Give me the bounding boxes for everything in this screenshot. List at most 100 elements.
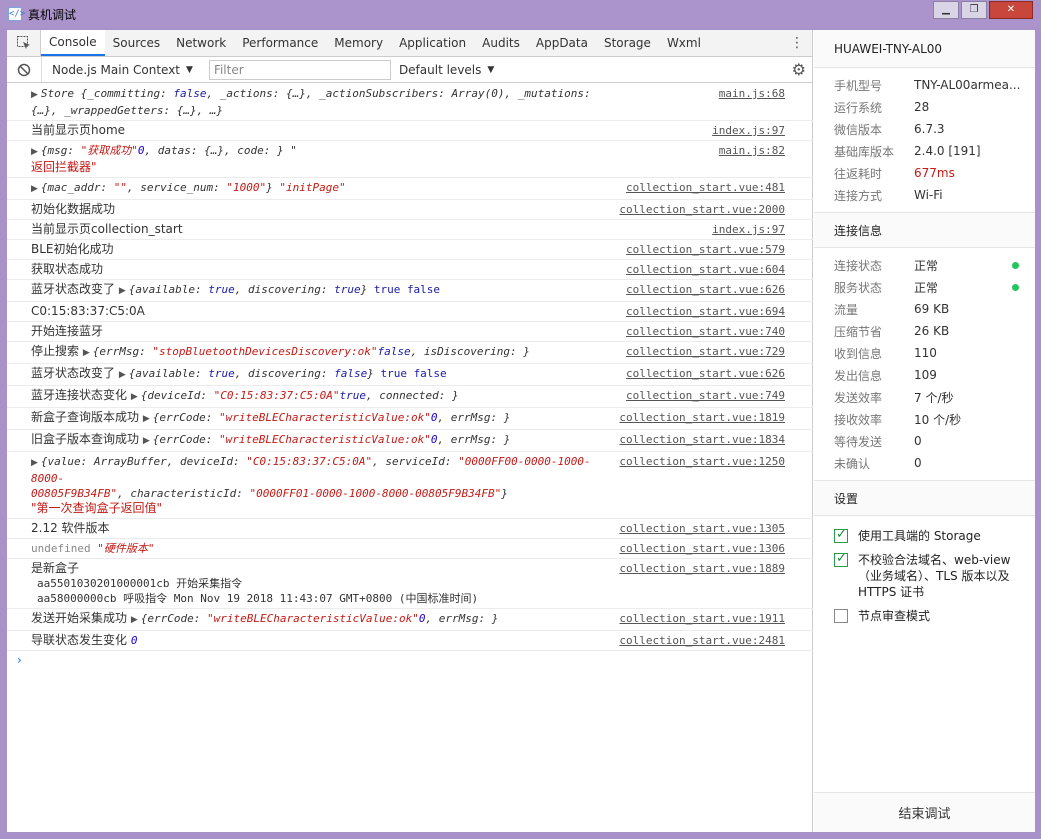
expand-triangle-icon[interactable]: ▶ [119,286,126,296]
window-controls: ▁ ❐ ✕ [933,1,1033,19]
filter-input[interactable] [208,59,391,80]
source-link[interactable]: collection_start.vue:1305 [619,521,785,536]
source-link[interactable]: index.js:97 [712,123,785,138]
log-prefix: 旧盒子版本查询成功 [31,432,143,446]
source-link[interactable]: collection_start.vue:2481 [619,633,785,648]
info-row: 流量 69 KB [814,298,1035,320]
context-select[interactable]: Node.js Main Context ▼ [41,57,203,82]
tab-wxml[interactable]: Wxml [659,30,709,56]
close-button[interactable]: ✕ [989,1,1033,19]
expand-triangle-icon[interactable]: ▶ [131,392,138,402]
log-row: main.js:68 ▶ Store {_committing: false, _a… [7,84,813,121]
source-link[interactable]: collection_start.vue:1819 [619,410,785,425]
boolean-value: true [208,367,235,380]
expand-triangle-icon[interactable]: ▶ [31,458,38,468]
source-link[interactable]: collection_start.vue:749 [626,388,785,403]
object-text: } [452,389,459,402]
info-value: 10 个/秒 [914,412,962,427]
boolean-values: true false [367,283,441,296]
tab-memory[interactable]: Memory [326,30,391,56]
tab-performance[interactable]: Performance [234,30,326,56]
tab-appdata[interactable]: AppData [528,30,596,56]
object-text: , service_num: [127,181,227,194]
info-value: TNY-AL00armea... [914,78,1021,92]
source-link[interactable]: collection_start.vue:1911 [619,611,785,626]
source-link[interactable]: collection_start.vue:1306 [619,541,785,556]
source-link[interactable]: collection_start.vue:2000 [619,202,785,217]
info-key: 连接状态 [834,258,883,273]
object-text: , errMsg: [437,411,504,424]
object-text: } [501,487,508,500]
log-row: collection_start.vue:694 C0:15:83:37:C5:0… [7,302,813,322]
more-menu-icon[interactable]: ⋮ [790,36,804,50]
source-link[interactable]: collection_start.vue:1889 [619,561,785,576]
expand-triangle-icon[interactable]: ▶ [131,615,138,625]
string-value: "C0:15:83:37:C5:0A" [246,455,373,468]
expand-triangle-icon[interactable]: ▶ [31,90,38,100]
info-key: 发送效率 [834,390,883,405]
devtools-tab-bar: Console Sources Network Performance Memory Ap… [7,30,812,57]
object-text: , serviceId: [372,455,459,468]
setting-option[interactable]: 使用工具端的 Storage [814,524,1035,548]
console-output[interactable]: main.js:68 ▶ Store {_committing: false, _a… [7,84,813,832]
source-link[interactable]: collection_start.vue:1834 [619,432,785,447]
tab-storage[interactable]: Storage [596,30,659,56]
source-link[interactable]: main.js:68 [719,86,785,101]
console-prompt-row[interactable]: › [7,651,813,671]
checkbox[interactable] [834,527,848,543]
expand-triangle-icon[interactable]: ▶ [31,184,38,194]
info-row: 手机型号 TNY-AL00armea... [814,74,1035,96]
log-row: collection_start.vue:1834 旧盒子版本查询成功 ▶ {err… [7,430,813,452]
clear-console-icon[interactable] [7,63,41,77]
tab-application[interactable]: Application [391,30,474,56]
expand-triangle-icon[interactable]: ▶ [83,348,90,358]
object-text: {errCode: [152,433,219,446]
inspect-element-icon[interactable] [7,30,41,56]
log-row: collection_start.vue:1305 2.12 软件版本 [7,519,813,539]
expand-triangle-icon[interactable]: ▶ [143,414,150,424]
number-value: 0 [430,411,438,424]
source-link[interactable]: collection_start.vue:626 [626,282,785,297]
console-toolbar: Node.js Main Context ▼ Default levels ▼ ⚙ [7,57,812,83]
source-link[interactable]: index.js:97 [712,222,785,237]
checkbox[interactable] [834,609,848,623]
tab-console[interactable]: Console [41,30,105,56]
log-line: aa5501030201000001cb 开始采集指令 [37,577,243,590]
expand-triangle-icon[interactable]: ▶ [119,370,126,380]
maximize-button[interactable]: ❐ [961,1,987,19]
number-value: 0 [130,634,138,647]
source-link[interactable]: collection_start.vue:1250 [619,454,785,469]
source-link[interactable]: collection_start.vue:729 [626,344,785,359]
boolean-values: true false [373,367,447,380]
object-text: {value: ArrayBuffer, deviceId: [40,455,247,468]
tab-audits[interactable]: Audits [474,30,528,56]
object-text: , characteristicId: [117,487,250,500]
setting-option[interactable]: 不校验合法域名、web-view（业务域名）、TLS 版本以及 HTTPS 证书 [814,548,1035,604]
checkbox[interactable] [834,551,848,567]
source-link[interactable]: collection_start.vue:694 [626,304,785,319]
end-debug-button[interactable]: 结束调试 [814,792,1035,832]
title-bar[interactable]: </> 真机调试 ▁ ❐ ✕ [0,0,1041,28]
source-link[interactable]: collection_start.vue:481 [626,180,785,195]
expand-triangle-icon[interactable]: ▶ [31,147,38,157]
source-link[interactable]: main.js:82 [719,143,785,158]
minimize-button[interactable]: ▁ [933,1,959,19]
devtools-panel: Console Sources Network Performance Memory Ap… [7,30,813,832]
log-levels-select[interactable]: Default levels ▼ [399,63,494,77]
source-link[interactable]: collection_start.vue:626 [626,366,785,381]
setting-label: 节点审查模式 [858,609,931,623]
info-value: 109 [914,368,937,382]
source-link[interactable]: collection_start.vue:604 [626,262,785,277]
source-link[interactable]: collection_start.vue:579 [626,242,785,257]
expand-triangle-icon[interactable]: ▶ [143,436,150,446]
log-row: collection_start.vue:1306 undefined "硬件版本… [7,539,813,559]
string-value: "writeBLECharacteristicValue:ok" [206,612,419,625]
log-row: index.js:97 当前显示页home [7,121,813,141]
gear-icon[interactable]: ⚙ [792,60,806,79]
tab-sources[interactable]: Sources [105,30,168,56]
object-text: , errMsg: [437,433,504,446]
source-link[interactable]: collection_start.vue:740 [626,324,785,339]
setting-option[interactable]: 节点审查模式 [814,604,1035,628]
info-value: 28 [914,100,930,114]
tab-network[interactable]: Network [168,30,234,56]
